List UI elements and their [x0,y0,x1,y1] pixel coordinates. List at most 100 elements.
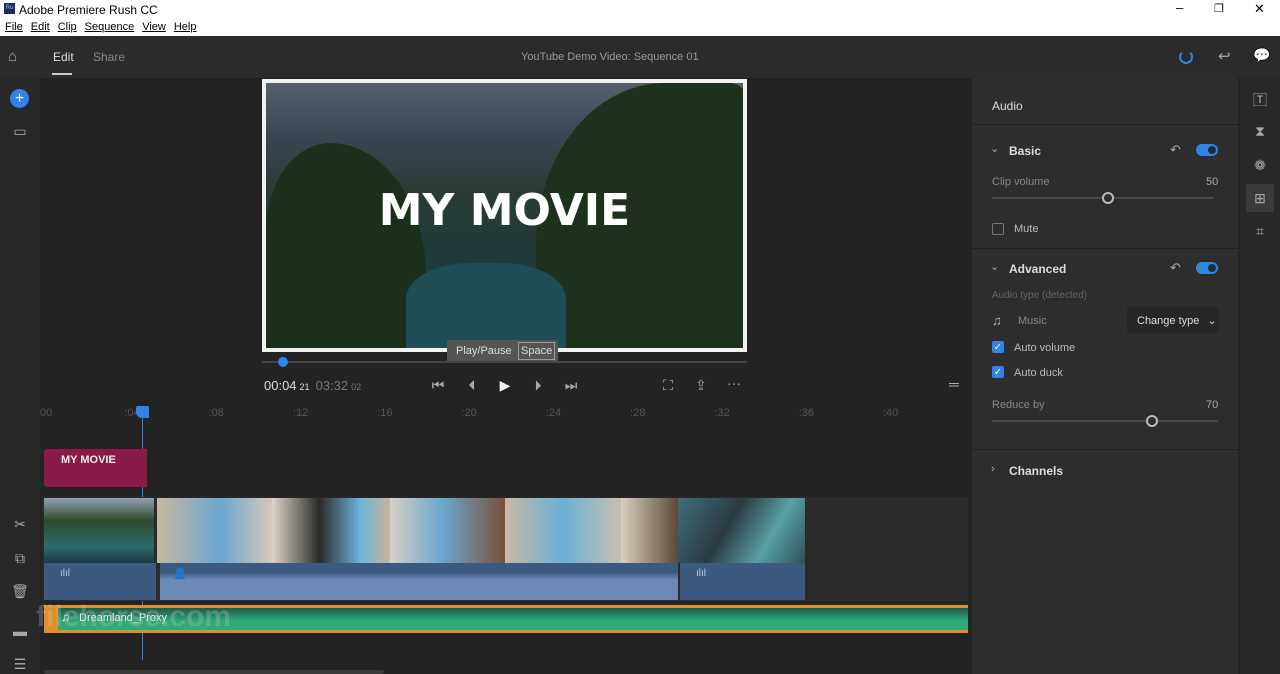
ruler-tick: :16 [377,407,393,419]
current-frames: 21 [299,382,310,392]
transitions-icon[interactable]: ⧗ [1248,123,1272,140]
step-forward-icon[interactable]: ⏵ [526,377,550,394]
ruler-tick: 00 [40,407,53,419]
left-toolbar: + ▭ ✂ ⧉ 🗑 ▬ ☰ [0,78,40,674]
close-button[interactable]: ✕ [1254,1,1265,17]
titles-icon[interactable]: 🅃 [1248,90,1272,110]
feedback-icon[interactable]: 💬 [1253,47,1270,64]
fullscreen-icon[interactable]: ⛶ [656,377,680,394]
more-options-icon[interactable]: ··· [722,375,746,391]
audio-waveform-icon: ılıl [60,568,70,579]
advanced-chevron-icon[interactable]: ⌄ [990,260,999,273]
project-assets-icon[interactable]: ▭ [8,123,32,140]
left-cliff [266,143,426,348]
ruler-tick: :36 [798,407,814,419]
audio-track-1[interactable]: ılıl [44,563,156,600]
video-clip-selfie-2[interactable] [272,498,390,563]
menu-help[interactable]: Help [174,21,197,33]
current-time: 00:04 [264,378,297,393]
reduce-by-knob[interactable] [1146,415,1158,427]
reset-advanced-icon[interactable]: ↶ [1170,260,1181,276]
video-clip-selfie-1[interactable] [157,498,272,563]
clip-volume-knob[interactable] [1102,192,1114,204]
change-type-label: Change type [1137,315,1200,327]
sync-spinner-icon [1179,50,1193,64]
change-type-dropdown[interactable]: Change type ⌄ [1127,307,1219,333]
auto-volume-checkbox[interactable]: ✓ [992,341,1004,353]
title-clip[interactable]: MY MOVIE [44,449,147,487]
section-basic[interactable]: Basic [1009,144,1041,158]
audio-type-value: Music [1018,315,1047,327]
video-clip-aerial[interactable] [678,498,805,563]
video-clip-island[interactable] [44,498,154,563]
menu-edit[interactable]: Edit [31,21,50,33]
ruler-tick: :32 [714,407,730,419]
list-icon[interactable]: ☰ [8,656,32,673]
video-preview[interactable]: MY MOVIE [262,79,747,352]
step-back-icon[interactable]: ⏴ [460,377,484,394]
scissors-icon[interactable]: ✂ [8,516,32,533]
advanced-toggle[interactable] [1196,262,1218,274]
reduce-by-label: Reduce by [992,399,1045,411]
tab-share[interactable]: Share [93,50,125,64]
tooltip-label: Play/Pause [456,345,512,357]
reduce-by-value: 70 [1206,399,1219,411]
section-channels[interactable]: Channels [1009,464,1063,478]
watermark: filehorse.com [36,600,232,633]
add-media-button[interactable]: + [10,89,29,108]
video-clip-street[interactable] [621,498,678,563]
section-advanced[interactable]: Advanced [1009,262,1066,276]
play-pause-tooltip: Play/Pause Space [447,340,558,362]
music-note-icon: ♫ [992,313,1002,328]
color-icon[interactable]: ❁ [1248,157,1272,174]
audio-track-2[interactable]: 👤 [160,563,678,600]
basic-chevron-icon[interactable]: ⌄ [990,142,999,155]
audio-track-3[interactable]: ılıl [680,563,805,600]
video-clip-selfie-3[interactable] [390,498,505,563]
track-controls-icon[interactable]: ▬ [8,623,32,639]
menu-sequence[interactable]: Sequence [85,21,135,33]
menu-file[interactable]: File [5,21,23,33]
divider [972,248,1238,249]
audio-type-label: Audio type (detected) [992,290,1088,301]
go-to-start-icon[interactable]: ⏮ [426,377,450,394]
restore-button[interactable]: ❐ [1214,2,1224,15]
project-title: YouTube Demo Video: Sequence 01 [521,51,699,63]
audio-panel-button[interactable]: ⊞ [1246,184,1274,212]
tab-edit[interactable]: Edit [53,50,74,64]
timeline-resize-handle[interactable]: ═ [942,376,966,392]
play-icon[interactable]: ▶ [493,377,517,394]
scrubber-handle[interactable] [277,357,288,367]
menu-clip[interactable]: Clip [58,21,77,33]
clip-volume-label: Clip volume [992,176,1050,188]
timecode: 00:04 21 03:32 02 [264,378,361,393]
panel-title: Audio [992,99,1023,113]
home-icon[interactable]: ⌂ [8,48,17,65]
trash-icon[interactable]: 🗑 [8,583,32,600]
clip-volume-value: 50 [1206,176,1219,188]
audio-waveform-icon: ılıl [696,568,706,579]
tooltip-shortcut: Space [518,342,556,360]
basic-toggle[interactable] [1196,144,1218,156]
window-title: Adobe Premiere Rush CC [19,3,158,17]
go-to-end-icon[interactable]: ⏭ [559,377,583,394]
menu-view[interactable]: View [142,21,166,33]
video-clip-selfie-4[interactable] [505,498,621,563]
preview-scrubber[interactable] [262,361,747,363]
ruler-tick: :40 [883,407,899,419]
panel-switcher: 🅃 ⧗ ❁ ⊞ ⌗ [1240,78,1280,674]
duplicate-icon[interactable]: ⧉ [8,550,32,567]
playhead-handle[interactable] [136,406,149,418]
mute-checkbox[interactable] [992,223,1004,235]
undo-icon[interactable]: ↩ [1218,47,1231,65]
ruler-tick: :24 [545,407,562,419]
share-export-icon[interactable]: ⇪ [689,377,713,394]
auto-duck-checkbox[interactable]: ✓ [992,366,1004,378]
channels-chevron-icon[interactable]: › [991,463,995,475]
title-clip-label: MY MOVIE [61,454,116,466]
crop-transform-icon[interactable]: ⌗ [1248,223,1272,240]
timeline-scrollbar[interactable] [44,670,384,674]
reset-basic-icon[interactable]: ↶ [1170,142,1181,158]
minimize-button[interactable]: – [1176,0,1183,15]
reduce-by-slider[interactable] [992,420,1218,422]
